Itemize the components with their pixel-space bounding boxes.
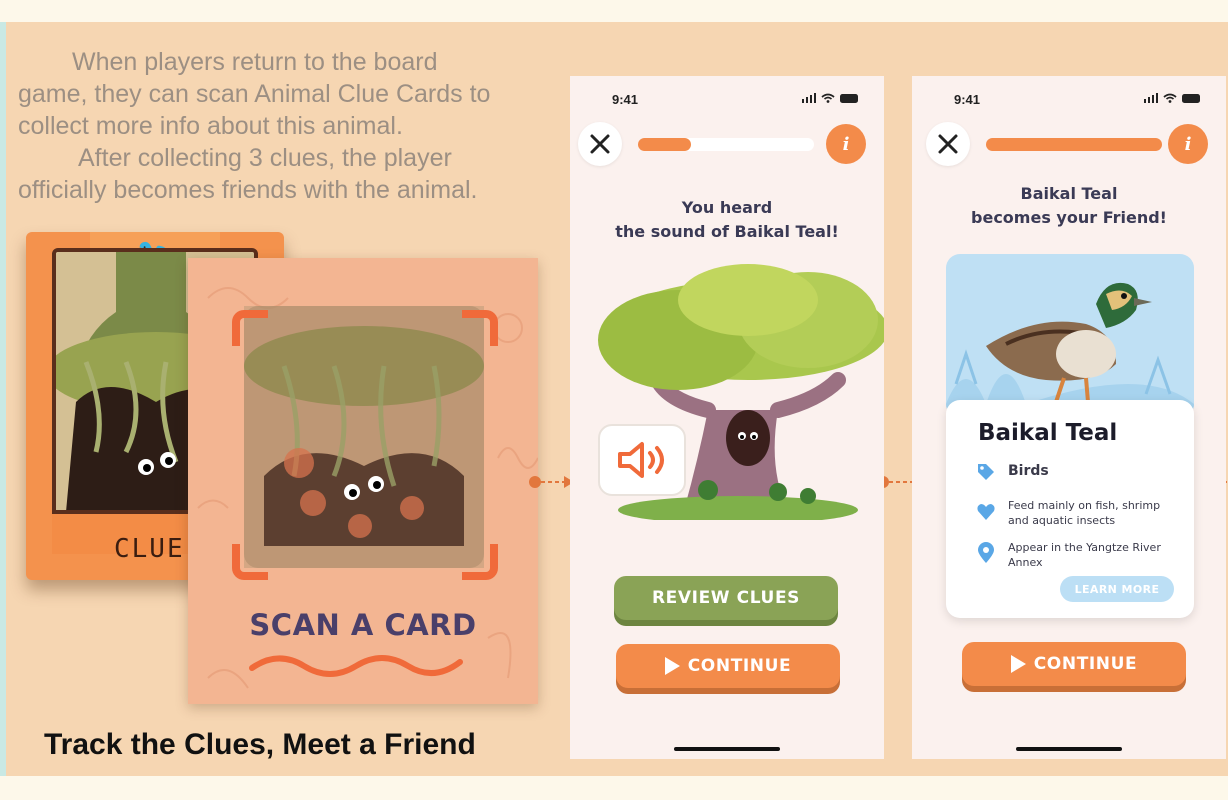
- continue-button[interactable]: CONTINUE: [962, 642, 1186, 686]
- squiggle-underline: [249, 655, 463, 677]
- scan-screen: SCAN A CARD: [188, 258, 538, 704]
- intro-line: collect more info about this animal.: [18, 112, 403, 140]
- info-button[interactable]: i: [826, 124, 866, 164]
- tag-icon: [978, 464, 994, 480]
- continue-button[interactable]: CONTINUE: [616, 644, 840, 688]
- sound-play-button[interactable]: [598, 424, 686, 496]
- baikal-teal-illustration: [946, 282, 1194, 418]
- status-time: 9:41: [612, 92, 639, 107]
- scan-dot: [284, 448, 314, 478]
- signal-icon: [801, 93, 816, 103]
- info-row-diet: Feed mainly on fish, shrimp and aquatic …: [976, 498, 1180, 528]
- close-button[interactable]: [926, 122, 970, 166]
- scan-title: SCAN A CARD: [249, 608, 477, 642]
- progress-bar: [638, 138, 814, 151]
- play-icon: [664, 657, 680, 675]
- home-indicator: [674, 747, 780, 751]
- info-icon: i: [842, 133, 850, 155]
- info-row-habitat: Appear in the Yangtze River Annex: [976, 540, 1180, 570]
- continue-label: CONTINUE: [1033, 654, 1138, 674]
- progress-bar: [986, 138, 1162, 151]
- slide-caption: Track the Clues, Meet a Friend: [44, 728, 476, 761]
- info-button[interactable]: i: [1168, 124, 1208, 164]
- progress-fill: [638, 138, 691, 151]
- heading-line: Baikal Teal: [1020, 184, 1118, 203]
- animal-info-card: Baikal Teal Birds Feed mainly on fish, s…: [946, 400, 1194, 618]
- close-icon: [938, 134, 958, 154]
- animal-hero-image: [946, 254, 1194, 418]
- presentation-panel: When players return to the board game, t…: [0, 22, 1228, 776]
- heading-line: becomes your Friend!: [971, 208, 1167, 227]
- learn-more-button[interactable]: LEARN MORE: [1060, 576, 1174, 602]
- progress-fill: [986, 138, 1162, 151]
- diet-text: Feed mainly on fish, shrimp and aquatic …: [1008, 499, 1161, 527]
- close-button[interactable]: [578, 122, 622, 166]
- battery-icon: [1182, 93, 1200, 103]
- viewfinder-corner: [462, 544, 498, 580]
- scan-dot: [300, 490, 326, 516]
- heading-line: the sound of Baikal Teal!: [615, 222, 839, 241]
- location-pin-icon: [978, 542, 994, 563]
- speaker-icon: [618, 442, 664, 478]
- screen-heading: You heard the sound of Baikal Teal!: [570, 196, 884, 244]
- viewfinder-corner: [462, 310, 498, 346]
- status-bar: 9:41: [570, 92, 884, 112]
- clue-label: CLUE: [114, 534, 185, 564]
- intro-line: When players return to the board: [72, 48, 438, 76]
- heading-line: You heard: [681, 198, 773, 217]
- intro-line: officially becomes friends with the anim…: [18, 176, 478, 204]
- signal-icon: [1143, 93, 1158, 103]
- home-indicator: [1016, 747, 1122, 751]
- viewfinder-corner: [232, 310, 268, 346]
- intro-line: game, they can scan Animal Clue Cards to: [18, 80, 491, 108]
- category-text: Birds: [1008, 463, 1049, 479]
- status-time: 9:41: [954, 92, 981, 107]
- continue-label: CONTINUE: [687, 656, 792, 676]
- intro-text: When players return to the board game, t…: [18, 46, 563, 206]
- viewfinder-corner: [232, 544, 268, 580]
- close-icon: [590, 134, 610, 154]
- animal-name: Baikal Teal: [978, 420, 1118, 446]
- wifi-icon: [821, 93, 835, 103]
- intro-line: After collecting 3 clues, the player: [78, 144, 452, 172]
- flow-arrow: [529, 476, 574, 488]
- heart-icon: [977, 504, 995, 520]
- play-icon: [1010, 655, 1026, 673]
- scan-dot: [400, 496, 424, 520]
- left-accent-stripe: [0, 22, 6, 776]
- battery-icon: [840, 93, 858, 103]
- status-bar: 9:41: [912, 92, 1226, 112]
- info-icon: i: [1184, 133, 1192, 155]
- wifi-icon: [1163, 93, 1177, 103]
- phone-screen-friend: 9:41 i Baikal Teal becomes your Friend!: [912, 76, 1226, 759]
- phone-screen-sound-clue: 9:41 i You heard the sound of Baikal Tea…: [570, 76, 884, 759]
- scan-dot: [348, 514, 372, 538]
- screen-heading: Baikal Teal becomes your Friend!: [912, 182, 1226, 230]
- review-clues-button[interactable]: REVIEW CLUES: [614, 576, 838, 620]
- info-row-category: Birds: [976, 462, 1049, 482]
- habitat-text: Appear in the Yangtze River Annex: [1008, 541, 1161, 569]
